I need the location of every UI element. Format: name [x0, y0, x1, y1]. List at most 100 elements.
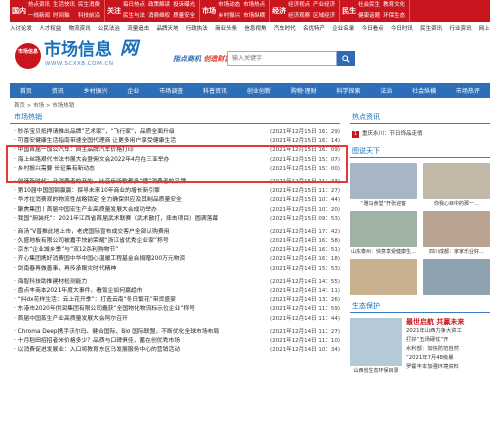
top-nav-heading[interactable]: 国内 [10, 0, 28, 22]
sub-nav-link[interactable]: 网上 [479, 24, 490, 34]
site-logo-text[interactable]: 市场信息 [44, 40, 112, 60]
picture-thumbnail[interactable] [423, 259, 490, 295]
news-title[interactable]: · 十月稻田招招者米价格多少？品质与口碑俱佳，蓄在创优秀市场 [14, 337, 180, 346]
news-row[interactable]: · 海智科技助推建材检测能力 (2021年12月14日 14：55) [10, 278, 340, 287]
news-title[interactable]: · “抖dx花样生活：云上花开季”：打造云南“冬日繁花”带货盛宴 [14, 296, 176, 305]
logo-seal[interactable]: 市场信息 [15, 43, 41, 69]
top-nav-link[interactable]: 经济视点 [288, 0, 310, 11]
top-nav-link[interactable]: 健康话题 [358, 11, 380, 22]
top-nav-link[interactable]: 经济观察 [288, 11, 310, 22]
news-row[interactable]: · 久盛地板有限公司被嘉手快前荣耀“浙江省优秀企业家”称号 (2021年12月14… [10, 237, 340, 246]
eco-feature-line[interactable]: 罗霍丰本加强环境资料 [406, 363, 464, 372]
top-nav-link[interactable]: 市场动态 [218, 0, 240, 11]
top-nav-heading[interactable]: 民生 [340, 0, 358, 22]
news-row[interactable]: · Chroma Deep携手沃尔玛、健合国际、Bio 国际联盟，不断优化全球市… [10, 328, 340, 337]
top-nav-link[interactable]: 乡村振兴 [218, 11, 240, 22]
news-title[interactable]: · 京东“企业城乡季”与“双12杀利购物节” [14, 246, 118, 255]
news-row[interactable]: · “抖dx花样生活：云上花开季”：打造云南“冬日繁花”带货盛宴 (2021年12… [10, 296, 340, 305]
picture-thumbnail[interactable] [350, 211, 417, 247]
top-nav-link[interactable]: 科技前沿 [78, 11, 100, 22]
top-nav-link[interactable]: 民生与法 [123, 11, 145, 22]
top-nav-link[interactable]: 区域经济 [313, 11, 335, 22]
news-title[interactable]: · 海智科技助推建材检测能力 [14, 278, 87, 287]
news-row[interactable]: · 聚焦集团丨首届中国宏生产业高质量发展大会成功举办 (2021年12月15日 1… [10, 206, 340, 215]
news-title[interactable]: · 首届中国蒸生产业高质量发展大会阿尔召开 [14, 315, 128, 324]
top-nav-link[interactable]: 教育文化 [383, 0, 405, 11]
top-nav-heading[interactable]: 市场 [200, 0, 218, 22]
sub-nav-link[interactable]: 行政执法 [186, 24, 208, 34]
sub-nav-link[interactable]: 今日看点 [362, 24, 384, 34]
news-title[interactable]: · 剑南春再做善事，再传承赈灾时代精神 [14, 265, 116, 274]
news-row[interactable]: · 齐心集团携好消费国中华中国心温暖工程基金会捐赠200万元物资 (2021年12… [10, 255, 340, 264]
channel-tab[interactable]: 乡村振兴 [84, 86, 108, 95]
sub-nav-link[interactable]: 人才权益 [39, 24, 61, 34]
top-nav-heading[interactable]: 关注 [105, 0, 123, 22]
channel-tab[interactable]: 法治 [380, 86, 392, 95]
top-nav-link[interactable]: 热点资讯 [28, 0, 50, 11]
news-row[interactable]: · 东港市2020年供润集团有限公司蠢获“全国物化物流标示位企业”称号 (2021… [10, 305, 340, 314]
top-nav-link[interactable]: 民生消费 [78, 0, 100, 11]
news-row[interactable]: · 华才拉消费观的物流性战略锁定 全力确保供应及其制品质量安全 (2021年12月… [10, 196, 340, 205]
hot-news-text[interactable]: 重庆永川：节日饰品走俏 [362, 131, 423, 137]
news-title[interactable]: · 盘点丰商本2021年度大事件，看饭企如何赢趋市 [14, 287, 143, 296]
news-row[interactable]: · 我国“厨装托”：2021年江西省首届武术联赛（武术散打，摔击项目）圆满落幕 (… [10, 215, 340, 224]
top-nav-link[interactable]: 社会民生 [358, 0, 380, 11]
news-title[interactable]: · 齐心集团携好消费国中华中国心温暖工程基金会捐赠200万元物资 [14, 255, 185, 264]
sub-nav-link[interactable]: 公民法治 [98, 24, 120, 34]
channel-tab[interactable]: 首页 [20, 86, 32, 95]
channel-tab[interactable]: 创业创新 [247, 86, 271, 95]
sub-nav-link[interactable]: 行业资讯 [449, 24, 471, 34]
picture-item[interactable]: “雅马食堂”开张迎客 [350, 163, 417, 207]
news-row[interactable]: · 十月稻田招招者米价格多少？品质与口碑俱佳，蓄在创优秀市场 (2021年12月1… [10, 337, 340, 346]
sub-nav-link[interactable]: 民生资讯 [420, 24, 442, 34]
picture-item[interactable] [423, 259, 490, 295]
hot-news-item[interactable]: 1 重庆永川：节日饰品走俏 [350, 129, 490, 138]
picture-caption[interactable]: 山东泰州：快意享受健康生… [350, 248, 417, 255]
picture-item[interactable] [350, 259, 417, 295]
news-title[interactable]: · 商汤“V普推此地上市，老虎国际宣布成交客户全部认购费用 [14, 228, 170, 237]
top-nav-link[interactable]: 消费维权 [148, 11, 170, 22]
news-row[interactable]: · 商汤“V普推此地上市，老虎国际宣布成交客户全部认购费用 (2021年12月14… [10, 228, 340, 237]
sub-nav-link[interactable]: 名优特产 [303, 24, 325, 34]
channel-tab[interactable]: 资讯 [52, 86, 64, 95]
eco-feature-line[interactable]: 打好“五场硬仗”开 [406, 336, 464, 345]
picture-caption[interactable]: 你我心目中的那一… [423, 200, 490, 207]
news-row[interactable]: · 盘点丰商本2021年度大事件，看饭企如何赢趋市 (2021年12月14日 14… [10, 287, 340, 296]
news-title[interactable]: · 华才拉消费观的物流性战略锁定 全力确保供应及其制品质量安全 [14, 196, 182, 205]
eco-feature-line[interactable]: “2021年7月48级暴 [406, 354, 464, 363]
news-row[interactable]: · 首届中国蒸生产业高质量发展大会阿尔召开 (2021年12月14日 11：44) [10, 315, 340, 324]
sub-nav-link[interactable]: 今日时讯 [391, 24, 413, 34]
sub-nav-link[interactable]: 物流资讯 [69, 24, 91, 34]
news-title[interactable]: · 东港市2020年供润集团有限公司蠢获“全国物化物流标示位企业”称号 [14, 305, 195, 314]
sub-nav-link[interactable]: 汽车时代 [274, 24, 296, 34]
picture-caption[interactable]: 四川成都：家家乐业好… [423, 248, 490, 255]
news-title[interactable]: · 我国“厨装托”：2021年江西省首届武术联赛（武术散打，摔击项目）圆满落幕 [14, 215, 218, 224]
eco-feature-line[interactable]: 2021年山西力争大资工 [406, 327, 464, 336]
picture-thumbnail[interactable] [423, 163, 490, 199]
news-title[interactable]: · 聚焦集团丨首届中国宏生产业高质量发展大会成功举办 [14, 206, 157, 215]
picture-thumbnail[interactable] [350, 259, 417, 295]
top-nav-link[interactable]: 一线新闻 [28, 11, 50, 22]
news-title[interactable]: · 以消费促进发展业：入口将教育东区马发展服务中心的营销活动 [14, 346, 180, 355]
sub-nav-link[interactable]: 信息视角 [244, 24, 266, 34]
channel-tab[interactable]: 市场热评 [456, 86, 480, 95]
news-row[interactable]: · 京东“企业城乡季”与“双12杀利购物节” (2021年12月14日 16：51… [10, 246, 340, 255]
news-title[interactable]: · Chroma Deep携手沃尔玛、健合国际、Bio 国际联盟，不断优化全球市… [14, 328, 219, 337]
news-title[interactable]: · 久盛地板有限公司被嘉手快前荣耀“浙江省优秀企业家”称号 [14, 237, 169, 246]
top-nav-link[interactable]: 市场热点 [243, 0, 265, 11]
top-nav-link[interactable]: 时间轴 [53, 11, 75, 22]
top-nav-link[interactable]: 生活快讯 [53, 0, 75, 11]
top-nav-heading[interactable]: 经济 [270, 0, 288, 22]
top-nav-link[interactable]: 产业经济 [313, 0, 335, 11]
channel-tab[interactable]: 社会纵横 [412, 86, 436, 95]
picture-item[interactable]: 你我心目中的那一… [423, 163, 490, 207]
news-row[interactable]: · 剑南春再做善事，再传承赈灾时代精神 (2021年12月14日 15：53) [10, 265, 340, 274]
picture-thumbnail[interactable] [350, 163, 417, 199]
sub-nav-link[interactable]: 入讨论发 [10, 24, 32, 34]
eco-feature-card[interactable]: 山西省生态环保目录 最世启航 共赢未来 2021年山西力争大资工 打好“五场硬仗”… [350, 318, 490, 374]
channel-tab[interactable]: 市场调查 [159, 86, 183, 95]
news-row[interactable]: · 以消费促进发展业：入口将教育东区马发展服务中心的营销活动 (2021年12月1… [10, 346, 340, 355]
news-row[interactable]: · 秒杀宝贝抵押请推出品牌”艺术家”，“飞行家”，品质全面升级 (2021年12月… [10, 128, 340, 137]
channel-tab[interactable]: 企业 [127, 86, 139, 95]
sub-nav-link[interactable]: 品牌天地 [156, 24, 178, 34]
